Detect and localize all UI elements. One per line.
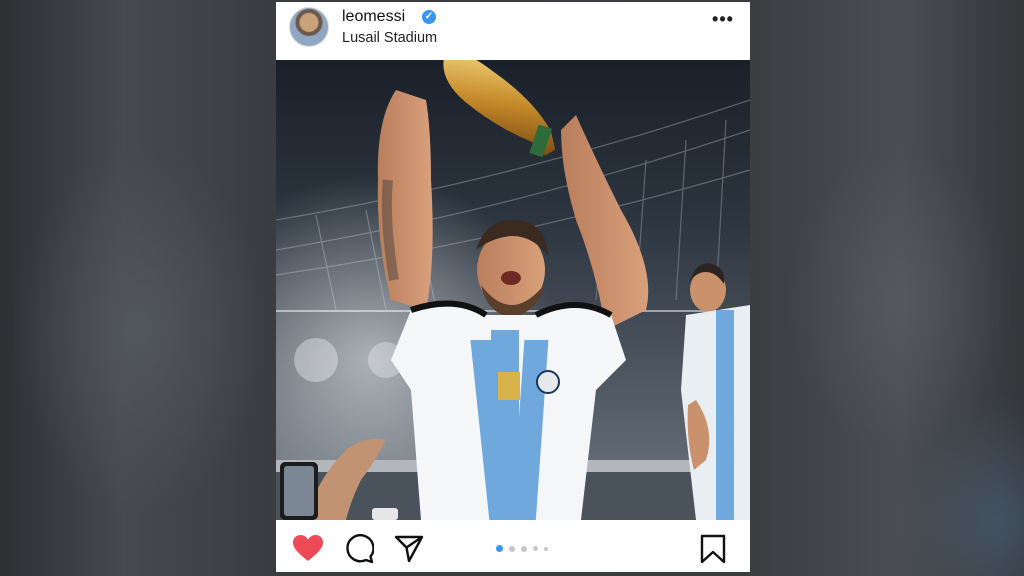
comment-icon[interactable] (344, 534, 374, 564)
post-photo (276, 60, 750, 520)
carousel-dot (544, 546, 548, 551)
post-header: leomessi ✓ Lusail Stadium ••• (276, 2, 750, 60)
bookmark-icon[interactable] (700, 534, 726, 564)
more-options-icon[interactable]: ••• (710, 10, 736, 28)
verified-badge-icon: ✓ (422, 10, 436, 24)
username[interactable]: leomessi (342, 8, 405, 26)
share-icon[interactable] (394, 534, 424, 564)
avatar[interactable] (290, 8, 328, 46)
carousel-dot (521, 545, 527, 552)
carousel-dot (509, 545, 515, 552)
carousel-dot (496, 545, 503, 552)
carousel-dot (533, 546, 538, 551)
post-action-bar (276, 520, 750, 572)
location[interactable]: Lusail Stadium (342, 30, 437, 46)
heart-icon[interactable] (292, 534, 324, 562)
instagram-post: leomessi ✓ Lusail Stadium ••• (276, 2, 750, 572)
